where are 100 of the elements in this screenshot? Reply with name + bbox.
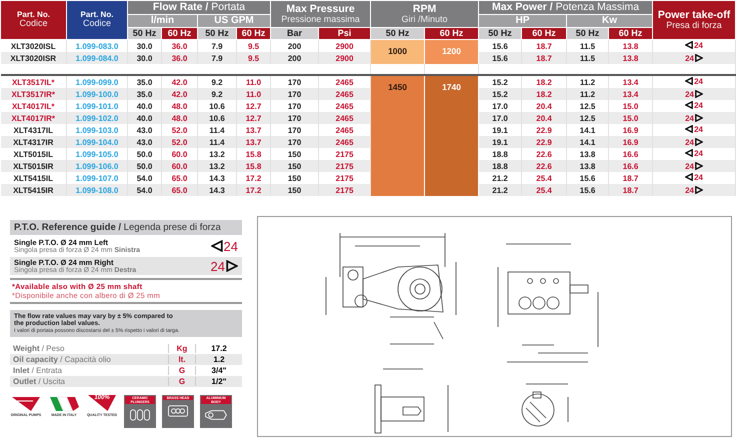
pto-size: 24 xyxy=(694,148,703,158)
value-cell: 13.2 xyxy=(198,160,236,172)
pto-size: 24 xyxy=(685,90,694,98)
rpm-cell: 1000 xyxy=(370,40,425,64)
spec-label: Weight / Peso xyxy=(12,344,66,353)
spec-unit: G xyxy=(168,377,196,386)
pto-size: 24 xyxy=(694,100,703,110)
model-cell: XLT4317IR xyxy=(0,136,66,148)
shaft-section-drawing xyxy=(522,384,568,426)
value-cell: 17.2 xyxy=(236,184,271,196)
value-cell: 11.0 xyxy=(236,88,271,100)
spec-unit: Kg xyxy=(168,344,196,353)
left-triangle-icon xyxy=(685,41,694,50)
pto-size: 24 xyxy=(685,138,694,146)
model-cell: XLT3020ISR xyxy=(0,52,66,64)
spec-label: Outlet / Uscita xyxy=(12,377,66,386)
right-triangle-icon xyxy=(694,54,703,62)
frequency-header: 60 Hz xyxy=(522,28,567,40)
spec-unit: G xyxy=(168,366,196,375)
pto-size: 24 xyxy=(694,172,703,182)
value-cell: 19.1 xyxy=(478,136,522,148)
pump-head-icon xyxy=(165,403,191,420)
value-cell: 13.4 xyxy=(608,88,653,100)
code-header: Part. No. Codice xyxy=(66,0,128,40)
value-cell: 20.4 xyxy=(522,112,567,124)
value-cell: 60.0 xyxy=(162,160,198,172)
flow-rate-header: Flow Rate / Portata xyxy=(128,0,271,14)
value-cell: 25.4 xyxy=(522,184,567,196)
unit-header: HP xyxy=(478,14,567,28)
value-cell: 17.0 xyxy=(478,112,522,124)
pto-size: 24 xyxy=(210,258,225,274)
value-cell: 200 xyxy=(270,52,319,64)
value-cell: 170 xyxy=(270,88,319,100)
rpm-cell: 1450 xyxy=(370,75,425,196)
value-cell: 15.0 xyxy=(608,112,653,124)
code-cell: 1.099-106.0 xyxy=(66,160,128,172)
code-cell: 1.099-084.0 xyxy=(66,52,128,64)
value-cell: 150 xyxy=(270,160,319,172)
italian-flag-icon xyxy=(49,395,79,413)
frequency-header: Psi xyxy=(318,28,371,40)
right-triangle-icon xyxy=(226,260,238,272)
banner-icon xyxy=(11,395,41,413)
value-cell: 18.7 xyxy=(522,52,567,64)
code-cell: 1.099-102.0 xyxy=(66,112,128,124)
pto-size: 24 xyxy=(694,40,703,50)
frequency-header: 50 Hz xyxy=(478,28,522,40)
value-cell: 15.6 xyxy=(566,184,609,196)
value-cell: 15.6 xyxy=(478,52,522,64)
rpm-header: RPM Giri /Minuto xyxy=(370,0,479,28)
part-number-header: Part. No. Codice xyxy=(0,0,66,40)
code-cell: 1.099-100.0 xyxy=(66,88,128,100)
rpm-cell: 1200 xyxy=(424,40,479,64)
frequency-header: 60 Hz xyxy=(608,28,653,40)
frequency-header: Bar xyxy=(270,28,319,40)
model-cell: XLT4017IR* xyxy=(0,112,66,124)
value-cell: 52.0 xyxy=(162,136,198,148)
right-triangle-icon xyxy=(694,186,703,194)
value-cell: 2175 xyxy=(318,160,371,172)
right-triangle-icon xyxy=(694,162,703,170)
value-cell: 11.2 xyxy=(566,88,609,100)
spec-value: 1/2" xyxy=(210,377,228,386)
pto-size: 24 xyxy=(685,162,694,170)
left-triangle-icon xyxy=(685,125,694,134)
value-cell: 150 xyxy=(270,184,319,196)
value-cell: 14.1 xyxy=(566,136,609,148)
value-cell: 13.8 xyxy=(608,52,653,64)
left-triangle-icon xyxy=(210,240,223,252)
power-take-off-header: Power take-off Presa di forza xyxy=(652,0,736,40)
pto-size: 24 xyxy=(224,238,238,254)
right-triangle-icon xyxy=(694,114,703,122)
plungers-icon xyxy=(127,407,153,424)
code-cell: 1.099-108.0 xyxy=(66,184,128,196)
value-cell: 35.0 xyxy=(128,88,162,100)
model-cell: XLT3517IR* xyxy=(0,88,66,100)
value-cell: 16.9 xyxy=(608,136,653,148)
spec-value: 3/4" xyxy=(210,366,228,375)
value-cell: 21.2 xyxy=(478,184,522,196)
spec-label: Inlet / Entrata xyxy=(12,366,63,375)
value-cell: 16.6 xyxy=(608,160,653,172)
unit-header: l/min xyxy=(128,14,198,28)
value-cell: 18.8 xyxy=(478,160,522,172)
value-cell: 18.7 xyxy=(608,184,653,196)
value-cell: 22.9 xyxy=(522,136,567,148)
value-cell: 43.0 xyxy=(128,136,162,148)
right-triangle-icon xyxy=(694,90,703,98)
unit-header: US GPM xyxy=(198,14,271,28)
value-cell: 48.0 xyxy=(162,112,198,124)
value-cell: 42.0 xyxy=(162,88,198,100)
value-cell: 65.0 xyxy=(162,184,198,196)
spec-value: 1.2 xyxy=(212,355,226,364)
max-power-header: Max Power / Potenza Massima xyxy=(478,0,653,14)
model-cell: XLT5015IR xyxy=(0,160,66,172)
value-cell: 7.9 xyxy=(198,52,236,64)
right-triangle-icon xyxy=(694,138,703,146)
value-cell: 50.0 xyxy=(128,160,162,172)
unit-header: Kw xyxy=(566,14,653,28)
frequency-header: 60 Hz xyxy=(424,28,479,40)
value-cell: 15.8 xyxy=(236,160,271,172)
pto-guide-heading: P.T.O. Reference guide / Legenda prese di forza xyxy=(10,220,242,235)
pto-size: 24 xyxy=(694,124,703,134)
